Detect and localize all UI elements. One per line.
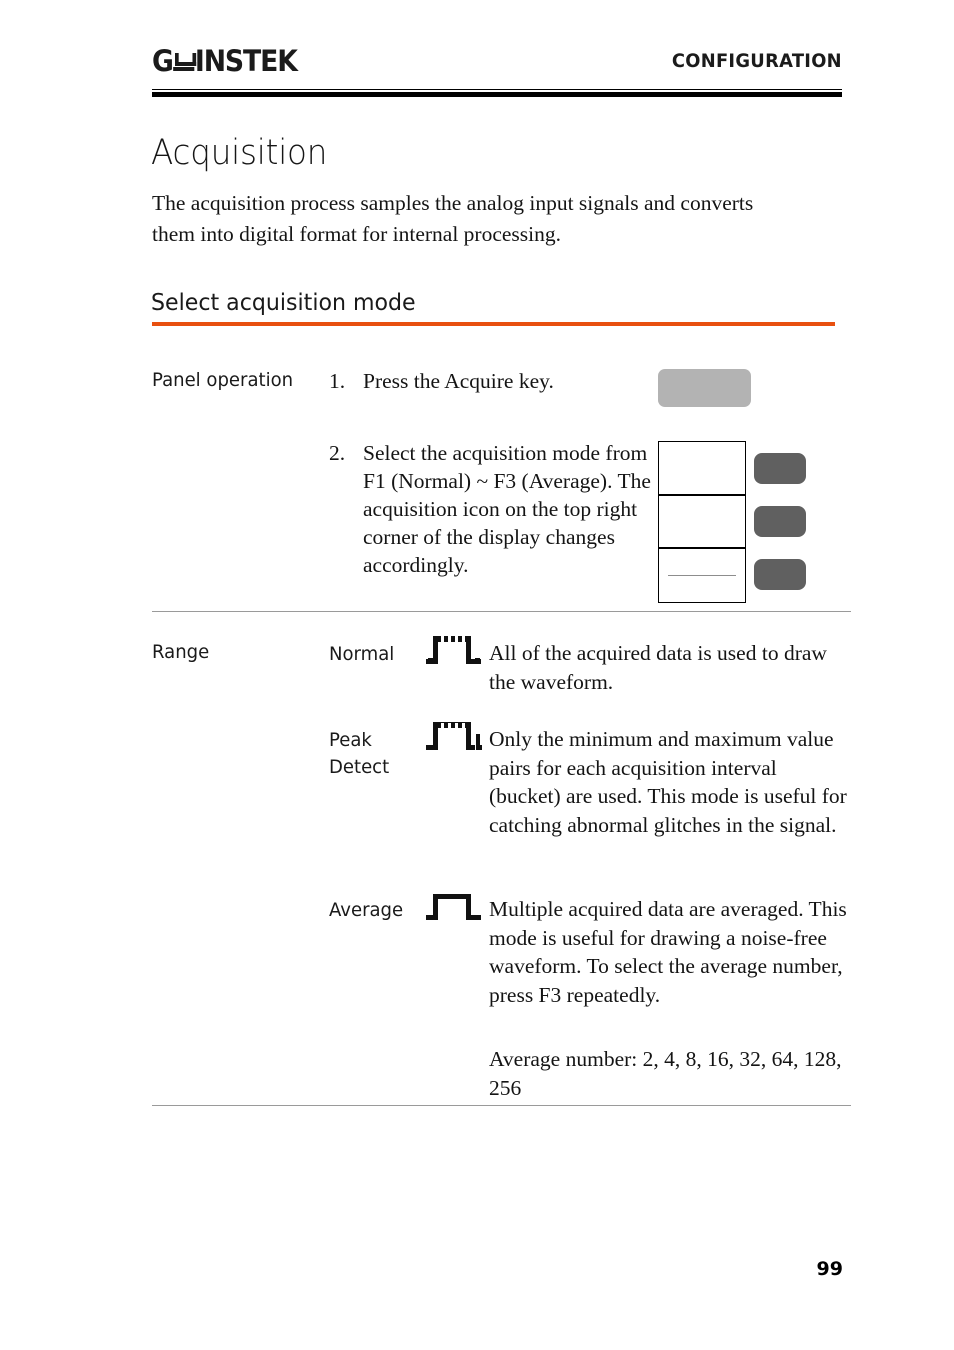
mode-description-normal: All of the acquired data is used to draw…	[489, 641, 827, 694]
header-rule-thick	[152, 92, 842, 97]
row-label-panel-operation: Panel operation	[152, 369, 294, 391]
mode-name-normal: Normal	[329, 643, 395, 665]
mode-name-average: Average	[329, 899, 404, 921]
step-number: 1.	[329, 369, 346, 393]
intro-paragraph: The acquisition process samples the anal…	[152, 191, 754, 246]
mode-name-peak-detect: Peak Detect	[329, 729, 390, 778]
logo-word-instek: INSTEK	[194, 44, 298, 78]
acquire-key-illustration	[658, 369, 751, 407]
header-rule-thin	[152, 89, 842, 90]
step-number: 2.	[329, 441, 346, 465]
page-title: Acquisition	[151, 133, 328, 173]
step-text: Press the Acquire key.	[363, 369, 554, 393]
section-heading: Select acquisition mode	[151, 288, 416, 316]
mode-description-average: Multiple acquired data are averaged. Thi…	[489, 897, 847, 1007]
step-text: Select the acquisition mode from F1 (Nor…	[363, 441, 651, 577]
running-head: CONFIGURATION	[671, 50, 842, 72]
page-number: 99	[816, 1258, 843, 1280]
document-page: G INSTEK CONFIGURATION Acquisition The ac…	[0, 0, 954, 1350]
peak-detect-waveform-icon	[426, 722, 482, 754]
gw-instek-logo: G INSTEK	[152, 44, 298, 78]
average-waveform-icon	[426, 892, 482, 924]
soft-menu-boxes-illustration	[658, 441, 746, 603]
mode-average-number-list: Average number: 2, 4, 8, 16, 32, 64, 128…	[489, 1047, 842, 1100]
section-accent-rule	[152, 322, 835, 326]
row-divider	[152, 1105, 851, 1106]
mode-description-peak-detect: Only the minimum and maximum value pairs…	[489, 727, 847, 837]
function-key-f3-illustration	[754, 559, 806, 590]
normal-waveform-icon	[426, 636, 482, 668]
menu-box-divider	[659, 547, 745, 549]
menu-box-inner-line	[668, 575, 736, 576]
function-key-f1-illustration	[754, 453, 806, 484]
function-key-f2-illustration	[754, 506, 806, 537]
menu-box-divider	[659, 494, 745, 496]
logo-letter-g: G	[152, 44, 174, 78]
row-label-range: Range	[152, 641, 210, 663]
row-divider	[152, 611, 851, 612]
logo-w-mark	[172, 51, 196, 73]
